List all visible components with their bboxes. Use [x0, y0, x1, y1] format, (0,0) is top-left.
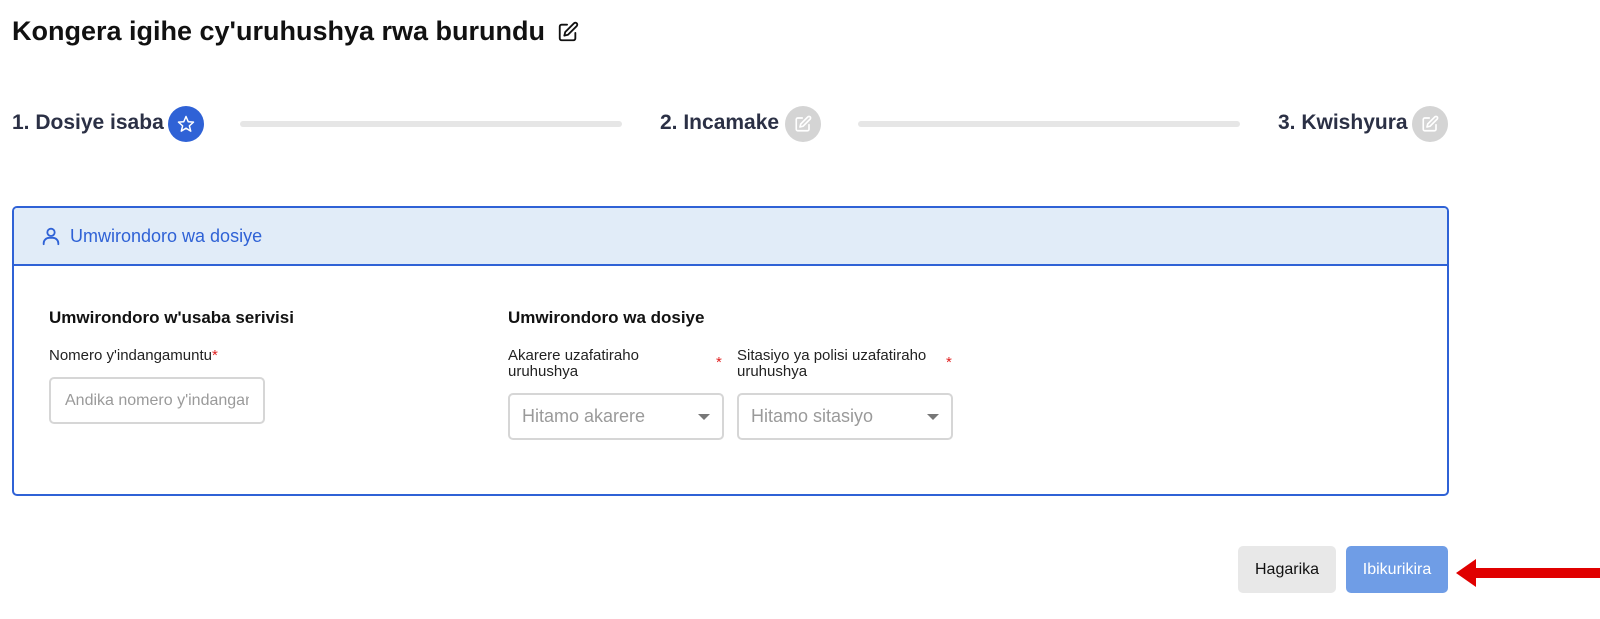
step-connector-1	[240, 121, 622, 127]
file-section-title: Umwirondoro wa dosiye	[508, 308, 705, 327]
step-1-label[interactable]: 1. Dosiye isaba	[12, 111, 164, 135]
edit-icon[interactable]	[557, 21, 579, 43]
page-title: Kongera igihe cy'uruhushya rwa burundu	[12, 16, 579, 47]
next-button[interactable]: Ibikurikira	[1346, 546, 1448, 593]
station-required-marker: *	[946, 354, 952, 371]
id-number-label: Nomero y'indangamuntu*	[49, 348, 218, 364]
file-profile-card: Umwirondoro wa dosiye Umwirondoro w'usab…	[12, 206, 1449, 496]
card-header: Umwirondoro wa dosiye	[14, 208, 1447, 266]
id-number-label-text: Nomero y'indangamuntu	[49, 347, 212, 364]
cancel-button[interactable]: Hagarika	[1238, 546, 1336, 593]
station-select-placeholder: Hitamo sitasiyo	[751, 406, 874, 426]
chevron-down-icon	[698, 413, 710, 420]
edit-icon	[795, 115, 812, 132]
station-select[interactable]: Hitamo sitasiyo	[737, 393, 953, 440]
required-marker: *	[211, 347, 218, 364]
district-required-marker: *	[716, 354, 722, 371]
district-label: Akarere uzafatiraho uruhushya	[508, 347, 639, 380]
card-header-title: Umwirondoro wa dosiye	[70, 225, 263, 246]
district-select[interactable]: Hitamo akarere	[508, 393, 724, 440]
step-2-indicator[interactable]	[785, 106, 821, 142]
step-3-indicator[interactable]	[1412, 106, 1448, 142]
user-icon	[42, 227, 60, 246]
station-label: Sitasiyo ya polisi uzafatiraho uruhushya	[737, 347, 927, 380]
step-1-indicator[interactable]	[168, 106, 204, 142]
id-number-input[interactable]	[49, 377, 265, 424]
step-3-label[interactable]: 3. Kwishyura	[1278, 111, 1408, 135]
annotation-arrow-icon	[1456, 559, 1600, 587]
edit-icon	[1422, 115, 1439, 132]
district-select-placeholder: Hitamo akarere	[522, 406, 646, 426]
applicant-section-title: Umwirondoro w'usaba serivisi	[49, 308, 294, 327]
chevron-down-icon	[927, 413, 939, 420]
star-icon	[177, 115, 195, 132]
step-connector-2	[858, 121, 1240, 127]
page-title-text: Kongera igihe cy'uruhushya rwa burundu	[12, 16, 545, 46]
step-2-label[interactable]: 2. Incamake	[660, 111, 779, 135]
